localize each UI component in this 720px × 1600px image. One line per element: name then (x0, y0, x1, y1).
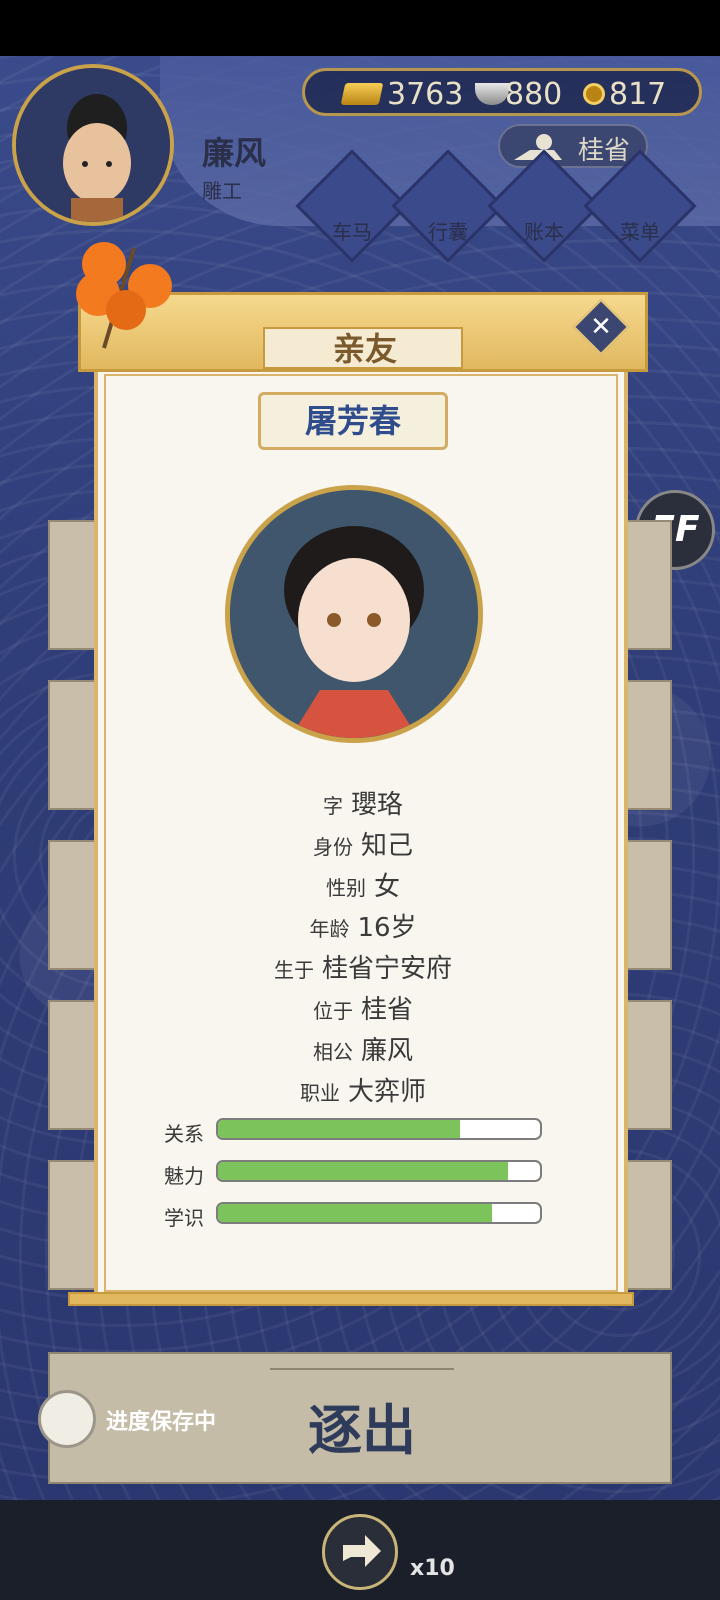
share-button[interactable] (322, 1514, 398, 1590)
info-value: 桂省 (360, 995, 413, 1025)
info-key: 身份 (312, 835, 353, 859)
info-key: 位于 (312, 999, 353, 1023)
silver-amount: 880 (505, 77, 563, 112)
modal-title-box: 亲友 (263, 327, 463, 369)
info-value: 女 (373, 872, 400, 902)
info-row-courtesy-name: 字瓔珞 (78, 784, 648, 821)
modal-title: 亲友 (332, 330, 397, 368)
location-label: 桂省 (578, 136, 631, 166)
info-key: 相公 (312, 1040, 353, 1064)
info-value: 知己 (360, 831, 413, 861)
stat-fill (218, 1120, 460, 1138)
info-key: 性别 (325, 876, 366, 900)
info-value: 廉风 (360, 1036, 413, 1066)
person-name: 屠芳春 (304, 402, 401, 440)
info-key: 职业 (299, 1081, 340, 1105)
player-name: 廉风 (202, 134, 267, 172)
stat-bar-knowledge (216, 1202, 542, 1224)
stat-label-knowledge: 学识 (164, 1206, 204, 1230)
info-row-age: 年龄 16岁 (78, 907, 648, 944)
stat-bar-charm (216, 1160, 542, 1182)
info-row-spouse: 相公 廉风 (78, 1030, 648, 1067)
game-screen: { "player": { "name": "廉风", "job": "雕工" … (0, 0, 720, 1600)
status-bar (0, 0, 720, 56)
info-key: 字 (322, 794, 343, 818)
info-key: 年龄 (309, 917, 350, 941)
info-row-identity: 身份 知己 (78, 825, 648, 862)
menu-label-more: 菜单 (620, 220, 660, 244)
close-icon: ✕ (590, 312, 612, 342)
ornament-divider (270, 1368, 454, 1370)
fruit-skewer-decoration (64, 238, 184, 358)
scroll-bottom (68, 1292, 634, 1306)
info-row-occupation: 职业 大弈师 (78, 1071, 648, 1108)
name-plate: 屠芳春 (258, 392, 448, 450)
share-icon (343, 1535, 381, 1567)
stat-fill (218, 1162, 508, 1180)
stat-label-charm: 魅力 (164, 1164, 204, 1188)
info-value: 16岁 (357, 913, 417, 943)
currency-bar: 3763 880 817 (302, 68, 702, 116)
info-row-birthplace: 生于 桂省宁安府 (78, 948, 648, 985)
stat-bar-relationship (216, 1118, 542, 1140)
coin-amount: 817 (609, 77, 667, 112)
silver-ingot-icon (475, 83, 509, 105)
info-value: 桂省宁安府 (321, 954, 452, 984)
gold-amount: 3763 (387, 77, 464, 112)
copper-coin-icon (583, 83, 605, 105)
location-button[interactable]: 桂省 (498, 124, 648, 168)
menu-label-ledger: 账本 (524, 220, 564, 244)
player-avatar[interactable] (12, 64, 174, 226)
share-reward-count: x10 (410, 1556, 455, 1581)
menu-label-bag: 行囊 (428, 220, 468, 244)
info-row-location: 位于 桂省 (78, 989, 648, 1026)
menu-label-carriage: 车马 (332, 220, 372, 244)
bottom-bar: x10 (0, 1500, 720, 1600)
stat-label-relationship: 关系 (164, 1122, 204, 1146)
close-button[interactable]: ✕ (572, 298, 630, 356)
friend-detail-modal: 亲友 ✕ 屠芳春 字瓔珞 身份 知己 性别女 年龄 16岁 生于 桂省宁安府 位… (68, 292, 648, 1322)
stat-fill (218, 1204, 492, 1222)
saving-dragon-icon (38, 1390, 96, 1448)
info-value: 大弈师 (347, 1077, 426, 1107)
info-row-gender: 性别女 (78, 866, 648, 903)
player-job: 雕工 (202, 179, 242, 203)
info-key: 生于 (273, 958, 314, 982)
person-portrait (225, 485, 483, 743)
info-value: 瓔珞 (350, 790, 403, 820)
gold-ingot-icon (340, 83, 384, 105)
saving-text: 进度保存中 (106, 1410, 217, 1435)
